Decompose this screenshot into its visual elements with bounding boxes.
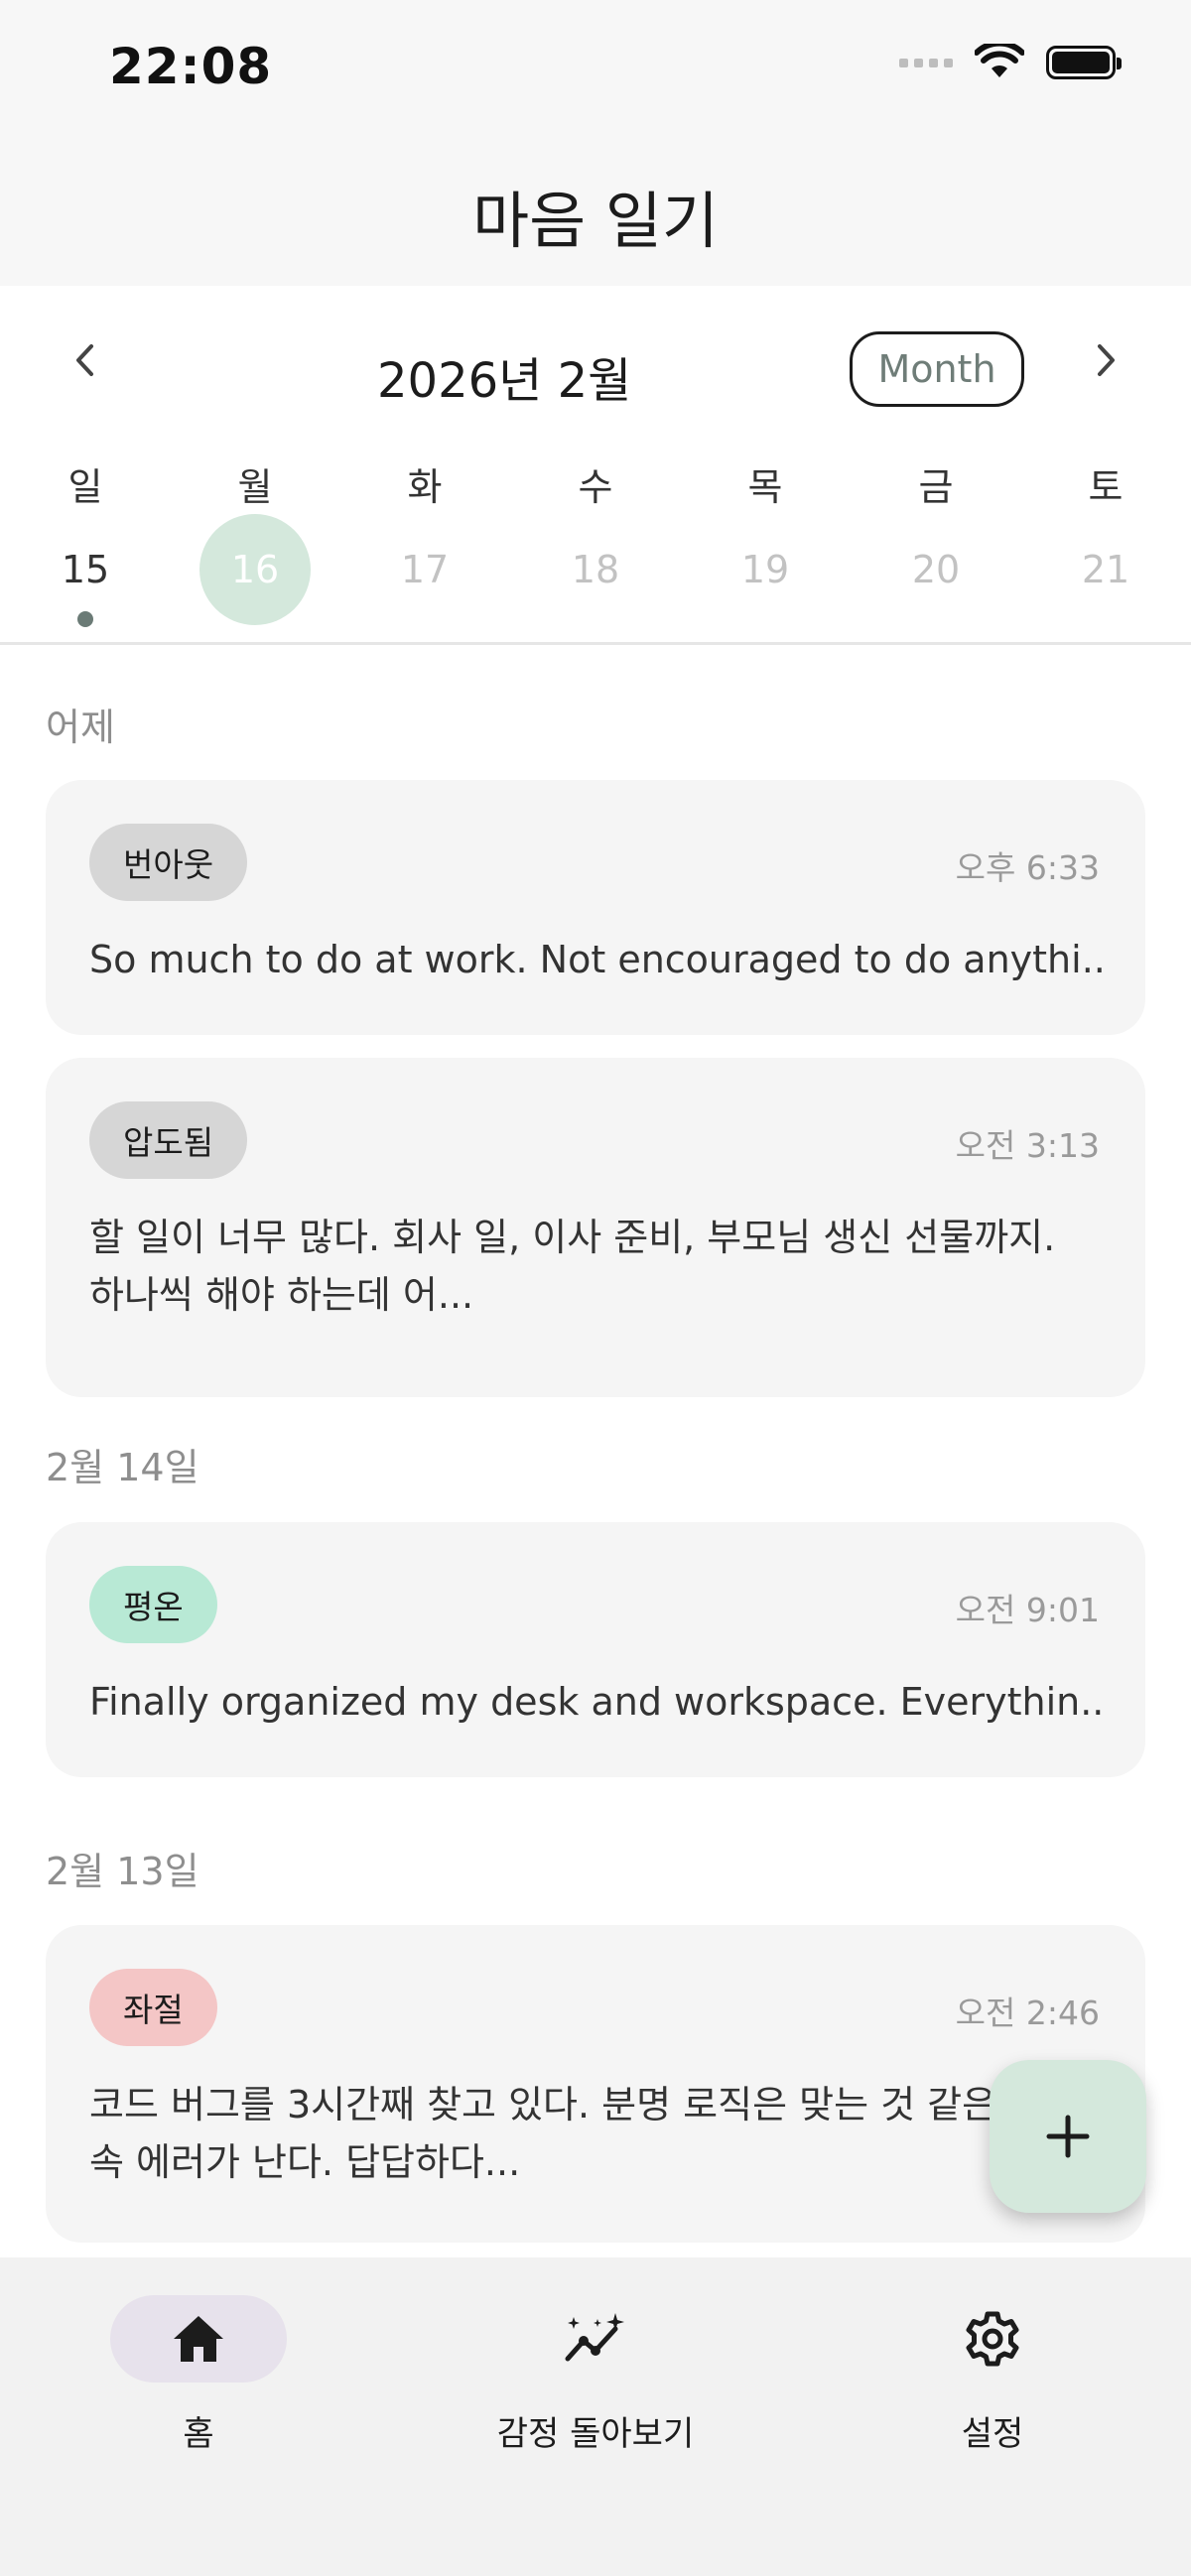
entry-preview: 할 일이 너무 많다. 회사 일, 이사 준비, 부모님 생신 선물까지. 하나… (89, 1216, 1056, 1317)
add-entry-button[interactable] (990, 2060, 1146, 2213)
tab-label: 설정 (961, 2414, 1024, 2454)
emotion-tag: 좌절 (89, 1969, 217, 2046)
chevron-right-icon (1098, 344, 1115, 376)
trend-sparkle-icon (565, 2313, 624, 2362)
wifi-icon (975, 44, 1024, 77)
entry-card[interactable]: 좌절 오전 2:46 코드 버그를 3시간째 찾고 있다. 분명 로직은 맞는 … (46, 1925, 1145, 2243)
next-week-button[interactable] (1072, 325, 1141, 395)
date-number: 17 (400, 548, 450, 591)
week-calendar: 2026년 2월 Month 일 월 화 수 목 금 토 15 16 17 18… (0, 286, 1191, 645)
date-number: 16 (199, 514, 311, 625)
status-bar: 22:08 (0, 0, 1191, 139)
status-icons (899, 44, 1122, 81)
tab-label: 감정 돌아보기 (496, 2414, 695, 2454)
section-label: 2월 13일 (46, 1850, 199, 1893)
weekday-label: 월 (237, 465, 273, 509)
cellular-signal-icon (899, 58, 953, 67)
tab-icon-pill (904, 2295, 1081, 2383)
date-number: 20 (911, 548, 961, 591)
entry-preview: So much to do at work. Not encouraged to… (89, 938, 1102, 981)
month-view-button[interactable]: Month (850, 331, 1024, 407)
entry-time: 오전 9:01 (955, 1591, 1100, 1629)
tab-emotion-review[interactable]: 감정 돌아보기 (447, 2295, 744, 2454)
emotion-tag: 평온 (89, 1566, 217, 1643)
date-cell[interactable]: 20 (851, 516, 1021, 625)
date-cell[interactable]: 19 (680, 516, 851, 625)
bottom-tab-bar: 홈 감정 돌아보기 설정 (0, 2257, 1191, 2576)
tab-home[interactable]: 홈 (50, 2295, 347, 2454)
calendar-month-label: 2026년 2월 (377, 353, 632, 409)
date-cell[interactable]: 21 (1020, 516, 1191, 625)
entry-time: 오후 6:33 (955, 848, 1100, 887)
home-icon (174, 2316, 223, 2362)
entry-indicator-dot (77, 611, 93, 627)
weekday-label: 화 (407, 465, 443, 509)
date-number: 15 (61, 548, 110, 591)
weekday-label: 금 (918, 465, 954, 509)
date-cell-selected[interactable]: 16 (170, 514, 340, 625)
date-number: 18 (571, 548, 620, 591)
weekday-label: 토 (1088, 465, 1124, 509)
emotion-tag: 번아웃 (89, 824, 248, 901)
entry-card[interactable]: 압도됨 오전 3:13 할 일이 너무 많다. 회사 일, 이사 준비, 부모님… (46, 1058, 1145, 1397)
entry-card[interactable]: 평온 오전 9:01 Finally organized my desk and… (46, 1522, 1145, 1777)
emotion-tag: 압도됨 (89, 1101, 248, 1179)
previous-week-button[interactable] (50, 325, 119, 395)
tab-label: 홈 (183, 2414, 214, 2454)
plus-icon (1046, 2115, 1090, 2158)
app-header: 마음 일기 (0, 139, 1191, 286)
gear-icon (966, 2311, 1019, 2367)
weekday-label: 수 (578, 465, 613, 509)
date-cell[interactable]: 18 (510, 516, 681, 625)
entry-preview: 코드 버그를 3시간째 찾고 있다. 분명 로직은 맞는 것 같은데 계속 에러… (89, 2083, 1079, 2184)
date-cell[interactable]: 15 (0, 516, 171, 627)
entry-time: 오전 3:13 (955, 1126, 1100, 1165)
weekday-label: 목 (747, 465, 783, 509)
page-title: 마음 일기 (472, 185, 719, 257)
date-row: 15 16 17 18 19 20 21 (0, 514, 1191, 627)
status-time: 22:08 (109, 38, 273, 95)
tab-icon-pill (110, 2295, 287, 2383)
date-number: 21 (1081, 548, 1130, 591)
chevron-left-icon (76, 344, 93, 376)
entry-preview: Finally organized my desk and workspace.… (89, 1680, 1102, 1724)
section-label: 2월 14일 (46, 1446, 199, 1489)
battery-icon (1046, 46, 1122, 79)
tab-icon-pill (507, 2295, 684, 2383)
section-label: 어제 (46, 706, 115, 749)
entry-time: 오전 2:46 (955, 1994, 1100, 2032)
entry-card[interactable]: 번아웃 오후 6:33 So much to do at work. Not e… (46, 780, 1145, 1035)
date-cell[interactable]: 17 (339, 516, 510, 625)
diary-entry-list[interactable]: 어제 번아웃 오후 6:33 So much to do at work. No… (0, 645, 1191, 2257)
tab-settings[interactable]: 설정 (844, 2295, 1141, 2454)
weekday-label: 일 (67, 465, 103, 509)
date-number: 19 (740, 548, 790, 591)
weekday-row: 일 월 화 수 목 금 토 (0, 456, 1191, 516)
